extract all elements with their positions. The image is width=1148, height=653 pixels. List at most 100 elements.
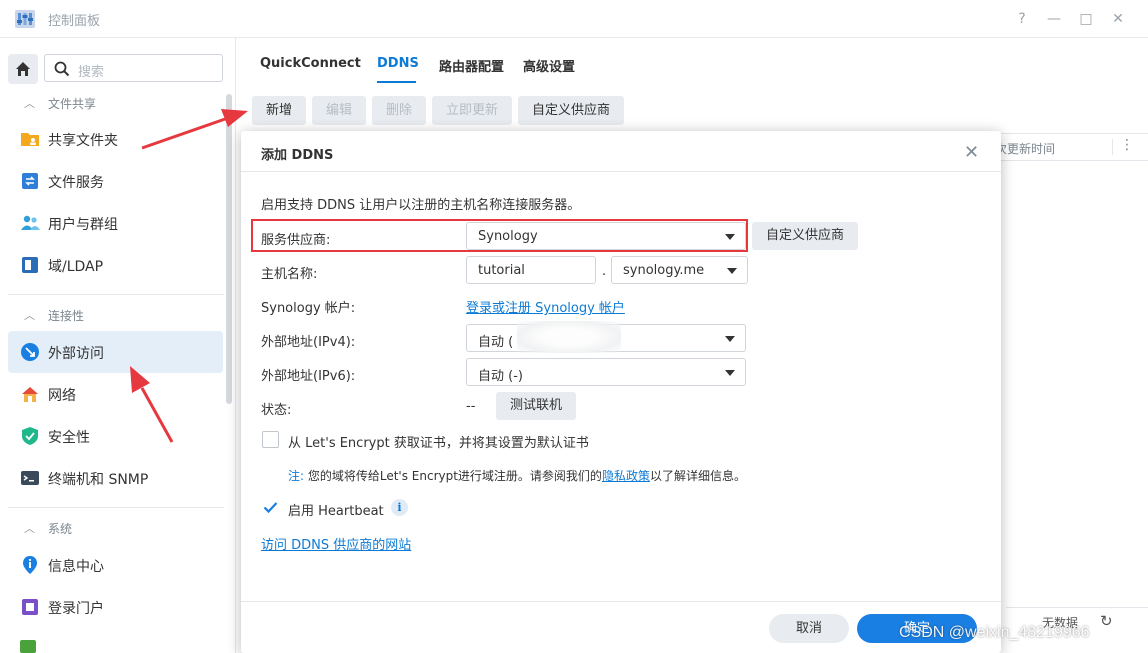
test-connection-button[interactable]: 测试联机 (496, 392, 576, 420)
table-footer-divider (1006, 607, 1148, 608)
ipv6-label: 外部地址(IPv6): (261, 369, 356, 384)
sidebar-item-label: 信息中心 (48, 559, 104, 575)
help-button[interactable]: ? (1012, 9, 1032, 29)
custom-provider-toolbar-button[interactable]: 自定义供应商 (518, 96, 624, 125)
sidebar-item-users-groups[interactable]: 用户与群组 (8, 202, 223, 244)
refresh-icon[interactable]: ↻ (1100, 612, 1118, 630)
sidebar-item-info-center[interactable]: 信息中心 (8, 544, 223, 586)
security-shield-icon (22, 427, 38, 445)
tab-ddns[interactable]: DDNS (377, 56, 419, 71)
tab-advanced[interactable]: 高级设置 (523, 56, 575, 75)
sidebar-item-network[interactable]: 网络 (8, 373, 223, 415)
active-tab-indicator (377, 81, 416, 83)
heartbeat-label[interactable]: 启用 Heartbeat (288, 500, 384, 519)
edit-button[interactable]: 编辑 (312, 96, 366, 125)
sidebar-item-terminal-snmp[interactable]: 终端机和 SNMP (8, 457, 223, 499)
letsencrypt-checkbox[interactable] (262, 431, 279, 448)
letsencrypt-note: 注: 您的域将传给Let's Encrypt进行域注册。请参阅我们的隐私政策以了… (288, 467, 746, 484)
letsencrypt-label[interactable]: 从 Let's Encrypt 获取证书，并将其设置为默认证书 (288, 432, 589, 451)
watermark-text: CSDN @weixin_48219966 (899, 624, 1090, 641)
section-file-sharing[interactable]: ︿ 文件共享 (0, 88, 224, 118)
sidebar-item-label: 终端机和 SNMP (48, 472, 149, 488)
window-titlebar: 控制面板 ? — □ ✕ (0, 0, 1148, 38)
dropdown-caret-icon (725, 234, 735, 240)
sidebar-item-login-portal[interactable]: 登录门户 (8, 586, 223, 628)
sidebar-item-label: 网络 (48, 388, 76, 404)
section-label: 连接性 (48, 309, 85, 323)
account-label: Synology 帐户: (261, 301, 356, 316)
tab-router-config[interactable]: 路由器配置 (439, 56, 504, 75)
maximize-button[interactable]: □ (1076, 9, 1096, 29)
sidebar-item-label: 文件服务 (48, 175, 104, 191)
info-center-icon (23, 556, 37, 574)
sidebar-item-label: 安全性 (48, 430, 90, 446)
privacy-policy-link[interactable]: 隐私政策 (602, 469, 650, 483)
section-system[interactable]: ︿ 系统 (0, 513, 224, 543)
dropdown-caret-icon (725, 370, 735, 376)
sidebar: 搜索 ︿ 文件共享 共享文件夹 文件服务 用户与群组 域/LDAP ︿ 连接性 … (0, 38, 236, 653)
domain-select[interactable]: synology.me (611, 256, 748, 284)
domain-value: synology.me (623, 263, 705, 278)
status-value: -- (466, 399, 476, 414)
close-icon[interactable]: ✕ (964, 142, 979, 163)
home-icon (16, 62, 30, 76)
heartbeat-checkbox[interactable] (262, 499, 279, 516)
note-suffix: 以了解详细信息。 (649, 469, 746, 483)
delete-button[interactable]: 删除 (372, 96, 426, 125)
dropdown-caret-icon (725, 336, 735, 342)
dialog-header-divider (241, 171, 1001, 172)
sidebar-item-security[interactable]: 安全性 (8, 415, 223, 457)
custom-provider-button[interactable]: 自定义供应商 (752, 222, 858, 250)
section-divider (8, 294, 224, 295)
window-title: 控制面板 (48, 14, 101, 29)
column-options-icon[interactable]: ⋮ (1120, 137, 1134, 153)
column-last-update[interactable]: 次更新时间 (995, 140, 1055, 157)
search-input[interactable]: 搜索 (44, 54, 223, 82)
sidebar-item-label: 外部访问 (48, 346, 104, 362)
section-label: 系统 (48, 522, 73, 536)
partial-next-item-icon (20, 640, 36, 653)
login-portal-icon (22, 599, 38, 615)
hostname-input[interactable]: tutorial (466, 256, 596, 284)
provider-select[interactable]: Synology (466, 222, 746, 250)
users-groups-icon (21, 215, 40, 230)
note-text: 您的域将传给Let's Encrypt进行域注册。请参阅我们的 (304, 469, 602, 483)
chevron-up-icon: ︿ (24, 309, 35, 322)
sidebar-item-file-services[interactable]: 文件服务 (8, 160, 223, 202)
add-button[interactable]: 新增 (252, 96, 306, 125)
dialog-intro-text: 启用支持 DDNS 让用户以注册的主机名称连接服务器。 (261, 198, 581, 213)
network-house-icon (22, 387, 38, 402)
close-window-button[interactable]: ✕ (1108, 9, 1128, 29)
sidebar-item-label: 域/LDAP (48, 259, 104, 275)
ipv4-value: 自动 ( (478, 335, 514, 350)
ipv6-select[interactable]: 自动 (-) (466, 358, 746, 386)
home-button[interactable] (8, 54, 38, 84)
hostname-value: tutorial (478, 263, 525, 278)
domain-ldap-icon (22, 257, 38, 273)
provider-label: 服务供应商: (261, 233, 331, 248)
status-label: 状态: (261, 403, 292, 418)
sidebar-scrollbar[interactable] (226, 94, 232, 404)
ipv4-label: 外部地址(IPv4): (261, 335, 356, 350)
update-now-button[interactable]: 立即更新 (432, 96, 512, 125)
minimize-button[interactable]: — (1044, 9, 1064, 29)
hostname-separator: . (602, 264, 607, 279)
tab-quickconnect[interactable]: QuickConnect (260, 56, 361, 71)
sidebar-item-external-access[interactable]: 外部访问 (8, 331, 223, 373)
chevron-up-icon: ︿ (24, 522, 35, 535)
section-connectivity[interactable]: ︿ 连接性 (0, 300, 224, 330)
login-register-link[interactable]: 登录或注册 Synology 帐户 (466, 297, 625, 316)
search-placeholder: 搜索 (78, 65, 105, 80)
provider-value: Synology (478, 229, 538, 244)
add-ddns-dialog: 添加 DDNS ✕ 启用支持 DDNS 让用户以注册的主机名称连接服务器。 服务… (241, 131, 1001, 653)
chevron-up-icon: ︿ (24, 97, 35, 110)
provider-site-link[interactable]: 访问 DDNS 供应商的网站 (261, 534, 411, 553)
dialog-footer-divider (241, 601, 1001, 602)
sidebar-item-label: 登录门户 (48, 601, 104, 617)
info-icon[interactable]: i (391, 499, 408, 516)
ipv6-value: 自动 (-) (478, 369, 523, 384)
sidebar-item-shared-folder[interactable]: 共享文件夹 (8, 118, 223, 160)
cancel-button[interactable]: 取消 (769, 614, 849, 643)
sidebar-item-domain-ldap[interactable]: 域/LDAP (8, 244, 223, 286)
dropdown-caret-icon (727, 268, 737, 274)
